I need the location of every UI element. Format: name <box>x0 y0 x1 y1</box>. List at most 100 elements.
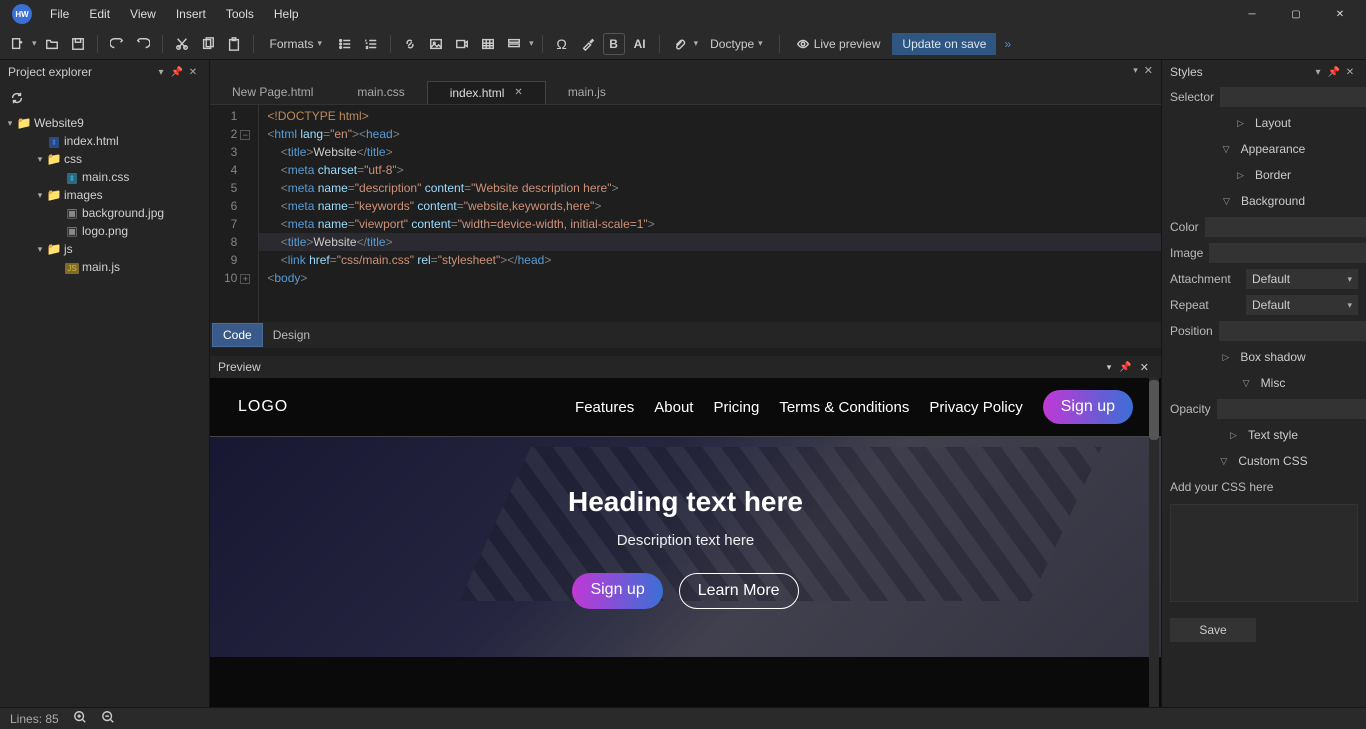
layout-section[interactable]: Layout <box>1255 116 1291 130</box>
menu-file[interactable]: File <box>40 3 79 25</box>
paste-button[interactable] <box>223 33 245 55</box>
styles-pin-icon[interactable]: 📌 <box>1326 67 1342 78</box>
expand-icon[interactable]: ▷ <box>1237 170 1249 181</box>
attachment-select[interactable]: Default▾ <box>1246 269 1358 289</box>
tab-main-css[interactable]: main.css <box>335 81 426 103</box>
menu-edit[interactable]: Edit <box>79 3 120 25</box>
close-button[interactable]: ✕ <box>1318 0 1362 28</box>
preview-close-icon[interactable]: ✕ <box>1136 361 1153 374</box>
save-button[interactable] <box>67 33 89 55</box>
tree-item-logo-png[interactable]: ▣logo.png <box>4 222 205 240</box>
expand-icon[interactable]: ▷ <box>1222 352 1234 363</box>
preview-scroll-thumb[interactable] <box>1149 380 1159 440</box>
toolbar-overflow[interactable]: » <box>1000 37 1015 51</box>
update-on-save-button[interactable]: Update on save <box>892 33 996 55</box>
code-editor[interactable]: 12−345678910+ <!DOCTYPE html><html lang=… <box>210 104 1161 322</box>
menu-help[interactable]: Help <box>264 3 309 25</box>
redo-button[interactable] <box>132 33 154 55</box>
eyedropper-button[interactable] <box>577 33 599 55</box>
zoom-out-icon[interactable] <box>101 710 115 727</box>
undo-button[interactable] <box>106 33 128 55</box>
image-input[interactable] <box>1209 243 1366 263</box>
expand-icon[interactable]: ▷ <box>1230 430 1242 441</box>
background-section[interactable]: Background <box>1241 194 1305 208</box>
attach-button[interactable] <box>668 33 690 55</box>
customcss-section[interactable]: Custom CSS <box>1238 454 1307 468</box>
cut-button[interactable] <box>171 33 193 55</box>
maximize-button[interactable]: ▢ <box>1274 0 1318 28</box>
tree-item-background-jpg[interactable]: ▣background.jpg <box>4 204 205 222</box>
ul-button[interactable] <box>334 33 356 55</box>
tree-item-index-html[interactable]: ⬍index.html <box>4 132 205 150</box>
new-file-button[interactable] <box>6 33 28 55</box>
hero-description: Description text here <box>617 532 755 549</box>
tab-New-Page-html[interactable]: New Page.html <box>210 81 335 103</box>
hero-signup-button[interactable]: Sign up <box>572 573 662 609</box>
nav-pricing[interactable]: Pricing <box>713 399 759 416</box>
tree-root[interactable]: ▾📁Website9 <box>4 114 205 132</box>
nav-termsconditions[interactable]: Terms & Conditions <box>779 399 909 416</box>
pin-icon[interactable]: 📌 <box>169 67 185 78</box>
tab-close-icon[interactable]: ✕ <box>514 87 522 98</box>
tree-item-main-js[interactable]: JSmain.js <box>4 258 205 276</box>
boxshadow-section[interactable]: Box shadow <box>1240 350 1305 364</box>
minimize-button[interactable]: ─ <box>1230 0 1274 28</box>
link-button[interactable] <box>399 33 421 55</box>
zoom-in-icon[interactable] <box>73 710 87 727</box>
border-section[interactable]: Border <box>1255 168 1291 182</box>
selector-input[interactable] <box>1220 87 1366 107</box>
editor-dropdown-icon[interactable]: ▾ <box>1133 65 1138 76</box>
save-styles-button[interactable]: Save <box>1170 618 1256 642</box>
nav-features[interactable]: Features <box>575 399 634 416</box>
appearance-section[interactable]: Appearance <box>1241 142 1306 156</box>
tree-item-main-css[interactable]: ⬍main.css <box>4 168 205 186</box>
styles-close-icon[interactable]: ✕ <box>1342 67 1358 78</box>
hero-learnmore-button[interactable]: Learn More <box>679 573 799 609</box>
color-input[interactable] <box>1205 217 1366 237</box>
tree-item-css[interactable]: ▾📁css <box>4 150 205 168</box>
collapse-icon[interactable]: ▽ <box>1243 378 1255 389</box>
opacity-input[interactable] <box>1217 399 1366 419</box>
panel-dropdown-icon[interactable]: ▾ <box>153 67 169 78</box>
image-button[interactable] <box>425 33 447 55</box>
menu-tools[interactable]: Tools <box>216 3 264 25</box>
live-preview-toggle[interactable]: Live preview <box>788 33 889 55</box>
preview-pin-icon[interactable]: 📌 <box>1115 362 1135 373</box>
styles-dropdown-icon[interactable]: ▾ <box>1310 67 1326 78</box>
symbol-button[interactable]: Ω <box>551 33 573 55</box>
menu-view[interactable]: View <box>120 3 166 25</box>
form-button[interactable] <box>503 33 525 55</box>
misc-section[interactable]: Misc <box>1261 376 1286 390</box>
nav-signup-button[interactable]: Sign up <box>1043 390 1133 424</box>
ol-button[interactable] <box>360 33 382 55</box>
collapse-icon[interactable]: ▽ <box>1223 144 1235 155</box>
tree-item-images[interactable]: ▾📁images <box>4 186 205 204</box>
textstyle-section[interactable]: Text style <box>1248 428 1298 442</box>
open-button[interactable] <box>41 33 63 55</box>
formats-dropdown[interactable]: Formats▾ <box>262 33 331 55</box>
nav-about[interactable]: About <box>654 399 693 416</box>
ai-button[interactable]: AI <box>629 33 651 55</box>
doctype-dropdown[interactable]: Doctype▾ <box>702 33 771 55</box>
bold-button[interactable]: B <box>603 33 625 55</box>
tab-main-js[interactable]: main.js <box>546 81 628 103</box>
code-tab[interactable]: Code <box>212 323 263 347</box>
collapse-icon[interactable]: ▽ <box>1220 456 1232 467</box>
nav-privacypolicy[interactable]: Privacy Policy <box>929 399 1022 416</box>
repeat-select[interactable]: Default▾ <box>1246 295 1358 315</box>
table-button[interactable] <box>477 33 499 55</box>
design-tab[interactable]: Design <box>263 324 320 346</box>
menu-insert[interactable]: Insert <box>166 3 216 25</box>
tree-item-js[interactable]: ▾📁js <box>4 240 205 258</box>
position-input[interactable] <box>1219 321 1366 341</box>
collapse-icon[interactable]: ▽ <box>1223 196 1235 207</box>
video-button[interactable] <box>451 33 473 55</box>
custom-css-textarea[interactable] <box>1170 504 1358 602</box>
refresh-button[interactable] <box>6 87 28 109</box>
copy-button[interactable] <box>197 33 219 55</box>
tab-index-html[interactable]: index.html✕ <box>427 81 546 104</box>
preview-dropdown-icon[interactable]: ▾ <box>1103 362 1116 373</box>
expand-icon[interactable]: ▷ <box>1237 118 1249 129</box>
panel-close-icon[interactable]: ✕ <box>185 67 201 78</box>
editor-close-icon[interactable]: ✕ <box>1144 64 1153 77</box>
